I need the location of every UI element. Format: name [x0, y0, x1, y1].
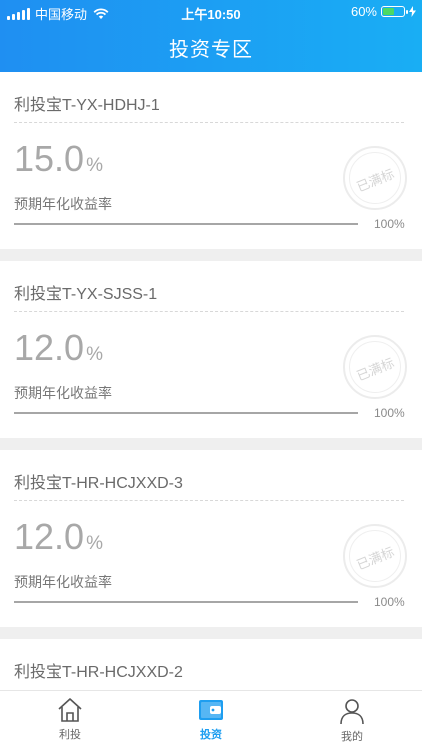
fully-subscribed-stamp: 已满标 [343, 146, 407, 210]
home-icon [58, 698, 82, 722]
fully-subscribed-stamp: 已满标 [343, 335, 407, 399]
tab-home[interactable]: 利投 [30, 697, 110, 742]
product-name: 利投宝T-YX-SJSS-1 [14, 286, 158, 303]
app-header: 中国移动 上午10:50 60% 投资专区 [0, 0, 422, 72]
product-card[interactable]: 利投宝T-YX-SJSS-1 12.0% 预期年化收益率 已满标 100% [0, 261, 422, 438]
rate-label: 预期年化收益率 [14, 574, 112, 590]
status-bar: 中国移动 上午10:50 60% [0, 0, 422, 24]
user-icon [340, 699, 364, 725]
product-name: 利投宝T-HR-HCJXXD-2 [14, 664, 183, 681]
rate-label: 预期年化收益率 [14, 196, 112, 212]
tab-invest[interactable]: 投资 [171, 697, 251, 742]
charging-icon [409, 6, 416, 17]
fully-subscribed-stamp: 已满标 [343, 524, 407, 588]
tab-label: 我的 [341, 731, 363, 743]
divider [14, 122, 404, 123]
divider [14, 311, 404, 312]
battery-percent: 60% [350, 4, 377, 19]
product-name: 利投宝T-YX-HDHJ-1 [14, 97, 160, 114]
progress-bar [14, 601, 358, 603]
product-card[interactable]: 利投宝T-HR-HCJXXD-3 12.0% 预期年化收益率 已满标 100% [0, 450, 422, 627]
rate-label: 预期年化收益率 [14, 385, 112, 401]
progress-text: 100% [374, 217, 405, 231]
wallet-icon [199, 700, 223, 720]
rate-value: 15.0% [14, 138, 103, 179]
progress-text: 100% [374, 406, 405, 420]
product-name: 利投宝T-HR-HCJXXD-3 [14, 475, 183, 492]
progress-bar [14, 412, 358, 414]
divider [14, 500, 404, 501]
battery-icon [381, 6, 408, 17]
product-card[interactable]: 利投宝T-YX-HDHJ-1 15.0% 预期年化收益率 已满标 100% [0, 72, 422, 249]
tab-label: 利投 [59, 729, 81, 741]
tab-mine[interactable]: 我的 [312, 697, 392, 744]
progress-text: 100% [374, 595, 405, 609]
progress-bar [14, 223, 358, 225]
rate-value: 12.0% [14, 516, 103, 557]
tab-label: 投资 [200, 729, 222, 741]
tab-bar: 利投 投资 我的 [0, 690, 422, 750]
page-title: 投资专区 [169, 39, 253, 61]
rate-value: 12.0% [14, 327, 103, 368]
